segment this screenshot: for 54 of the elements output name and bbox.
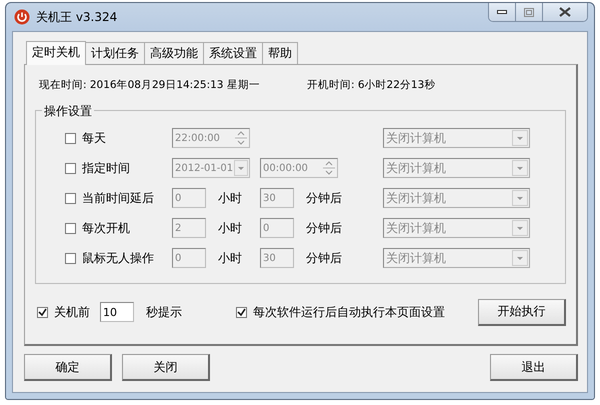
checkbox[interactable] [65, 252, 76, 264]
window-title: 关机王 v3.324 [36, 8, 118, 26]
row-label: 每次开机 [82, 220, 130, 236]
auto-run-label: 每次软件运行后自动执行本页面设置 [253, 304, 445, 320]
hours-unit: 小时 [218, 250, 242, 266]
tab[interactable]: 帮助 [262, 42, 298, 64]
hours-field[interactable]: 0 [172, 248, 206, 268]
hours-field[interactable]: 2 [172, 218, 206, 238]
close-window-button[interactable]: 关闭 [122, 354, 210, 381]
seconds-field[interactable]: 10 [100, 302, 134, 322]
row-label: 当前时间延后 [82, 190, 154, 206]
action-dropdown[interactable]: 关闭计算机 [383, 188, 530, 208]
minimize-icon [497, 9, 507, 15]
action-dropdown[interactable]: 关闭计算机 [383, 158, 530, 178]
minutes-unit: 分钟后 [306, 220, 342, 236]
minutes-unit: 分钟后 [306, 190, 342, 206]
uptime-text: 开机时间: 6小时22分13秒 [307, 78, 436, 93]
checkbox[interactable] [65, 222, 76, 234]
exit-button[interactable]: 退出 [490, 354, 578, 381]
minutes-field[interactable]: 30 [260, 188, 294, 208]
ok-button[interactable]: 确定 [24, 354, 112, 381]
row-label: 鼠标无人操作 [82, 250, 154, 266]
action-dropdown[interactable]: 关闭计算机 [383, 248, 530, 268]
minutes-unit: 分钟后 [306, 250, 342, 266]
checkbox[interactable] [37, 306, 48, 318]
row-label: 每天 [82, 130, 106, 146]
spinner-icon[interactable] [234, 130, 248, 146]
start-button[interactable]: 开始执行 [478, 298, 566, 326]
hours-unit: 小时 [218, 190, 242, 206]
row-label: 指定时间 [82, 160, 130, 176]
spinner-icon[interactable] [322, 160, 336, 176]
time-field[interactable]: 00:00:00 [260, 158, 338, 178]
power-icon [14, 9, 30, 25]
action-dropdown[interactable]: 关闭计算机 [383, 218, 530, 238]
minimize-button[interactable] [489, 3, 516, 21]
date-field[interactable]: 2012-01-01 [172, 158, 250, 178]
seconds-suffix: 秒提示 [146, 304, 182, 320]
checkbox[interactable] [236, 306, 247, 318]
maximize-icon [524, 8, 534, 16]
hours-field[interactable]: 0 [172, 188, 206, 208]
tab[interactable]: 定时关机 [26, 41, 86, 65]
action-dropdown[interactable]: 关闭计算机 [383, 128, 530, 148]
group-title: 操作设置 [42, 103, 94, 120]
close-icon [559, 7, 571, 17]
checkbox[interactable] [65, 192, 76, 204]
minutes-field[interactable]: 30 [260, 248, 294, 268]
checkbox[interactable] [65, 162, 76, 174]
minutes-field[interactable]: 0 [260, 218, 294, 238]
hours-unit: 小时 [218, 220, 242, 236]
checkbox[interactable] [65, 132, 76, 144]
time-field[interactable]: 22:00:00 [172, 128, 250, 148]
current-time-text: 现在时间: 2016年08月29日14:25:13 星期一 [39, 78, 261, 93]
close-button[interactable] [543, 3, 587, 21]
warn-label: 关机前 [54, 304, 90, 320]
